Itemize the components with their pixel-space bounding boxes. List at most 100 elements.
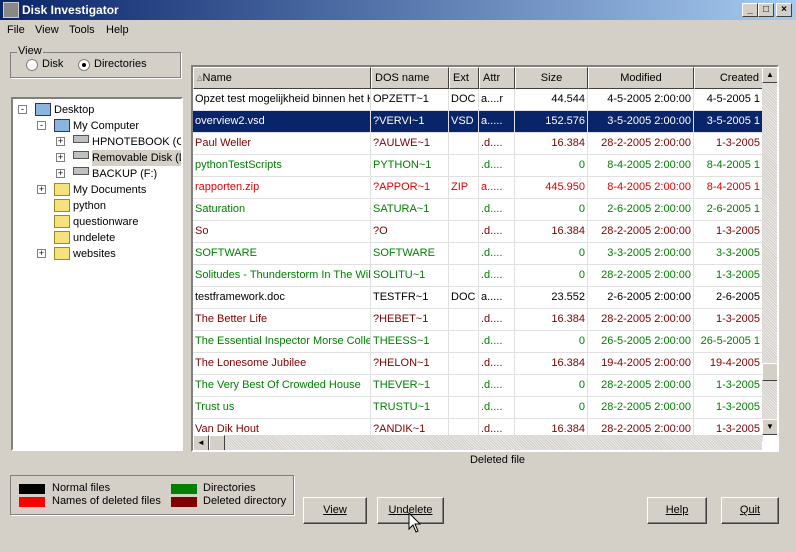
quit-button[interactable]: Quit	[721, 497, 779, 524]
close-button[interactable]: ×	[776, 3, 792, 17]
view-button[interactable]: View	[303, 497, 367, 524]
expand-icon[interactable]: +	[37, 249, 46, 258]
table-row[interactable]: testframework.doc TESTFR~1 DOC a..... 23.552…	[193, 287, 763, 309]
legend-swatch-normal	[19, 484, 45, 494]
column-header[interactable]: DOS name	[371, 67, 449, 89]
sort-arrow-icon: ▵	[197, 72, 203, 84]
expand-icon[interactable]: +	[56, 137, 65, 146]
cell-size: 16.384	[515, 133, 588, 155]
table-row[interactable]: So ?O .d.... 16.384 28-2-2005 2:00:00 1-3-200…	[193, 221, 763, 243]
table-row[interactable]: overview2.vsd ?VERVI~1 VSD a..... 152.576 3-5…	[193, 111, 763, 133]
radio-directories-label[interactable]: Directories	[94, 58, 147, 70]
table-row[interactable]: Paul Weller ?AULWE~1 .d.... 16.384 28-2-2005…	[193, 133, 763, 155]
scroll-thumb[interactable]	[762, 363, 777, 381]
column-header[interactable]: Size	[515, 67, 588, 89]
tree-item[interactable]: websites	[73, 246, 116, 262]
cell-ext	[449, 199, 479, 221]
cell-created: 1-3-2005	[694, 375, 763, 397]
collapse-icon[interactable]: -	[37, 121, 46, 130]
column-header[interactable]: Modified	[588, 67, 694, 89]
expand-icon[interactable]: +	[56, 169, 65, 178]
column-header[interactable]: Ext	[449, 67, 479, 89]
cell-attr: a.....	[479, 111, 515, 133]
cell-name: The Very Best Of Crowded House	[193, 375, 371, 397]
radio-disk-label[interactable]: Disk	[42, 58, 63, 70]
cell-modified: 19-4-2005 2:00:00	[588, 353, 694, 375]
menu-help[interactable]: Help	[106, 24, 129, 36]
radio-disk[interactable]	[26, 59, 38, 71]
table-row[interactable]: SOFTWARE SOFTWARE .d.... 0 3-3-2005 2:00:00 3…	[193, 243, 763, 265]
scroll-up-arrow-icon[interactable]: ▲	[762, 67, 777, 83]
cell-size: 0	[515, 375, 588, 397]
menu-view[interactable]: View	[35, 24, 59, 36]
menu-tools[interactable]: Tools	[69, 24, 95, 36]
cell-dos-name: ?HEBET~1	[371, 309, 449, 331]
tree-item[interactable]: python	[73, 198, 106, 214]
menu-file[interactable]: File	[7, 24, 25, 36]
expand-icon[interactable]: +	[37, 185, 46, 194]
tree-item[interactable]: Desktop	[54, 102, 94, 118]
cell-created: 2-6-2005	[694, 287, 763, 309]
file-list[interactable]: ▵Name DOS name Ext Attr Size Modified Created …	[191, 65, 779, 452]
cell-modified: 3-3-2005 2:00:00	[588, 243, 694, 265]
vertical-scrollbar[interactable]: ▲ ▼	[762, 67, 777, 435]
cell-modified: 4-5-2005 2:00:00	[588, 89, 694, 111]
tree-item[interactable]: My Computer	[73, 118, 139, 134]
cell-size: 152.576	[515, 111, 588, 133]
table-row[interactable]: pythonTestScripts PYTHON~1 .d.... 0 8-4-2005…	[193, 155, 763, 177]
horizontal-scrollbar[interactable]: ◄	[193, 435, 762, 450]
cell-attr: a.....	[479, 287, 515, 309]
cell-name: Trust us	[193, 397, 371, 419]
mouse-cursor-icon	[408, 512, 422, 533]
collapse-icon[interactable]: -	[18, 105, 27, 114]
table-row[interactable]: rapporten.zip ?APPOR~1 ZIP a..... 445.950 8-4…	[193, 177, 763, 199]
expand-icon[interactable]: +	[56, 153, 65, 162]
legend-deleted-directory: Deleted directory	[203, 495, 287, 507]
table-row[interactable]: The Very Best Of Crowded House THEVER~1 .d…	[193, 375, 763, 397]
cell-ext	[449, 331, 479, 353]
cell-size: 0	[515, 397, 588, 419]
cell-name: Opzet test mogelijkheid binnen het Kc	[193, 89, 371, 111]
column-header[interactable]: ▵Name	[193, 67, 371, 89]
cell-dos-name: SOFTWARE	[371, 243, 449, 265]
minimize-button[interactable]: _	[742, 3, 758, 17]
table-row[interactable]: Saturation SATURA~1 .d.... 0 2-6-2005 2:00:0…	[193, 199, 763, 221]
table-row[interactable]: The Lonesome Jubilee ?HELON~1 .d.... 16.384…	[193, 353, 763, 375]
scroll-down-arrow-icon[interactable]: ▼	[762, 419, 777, 435]
view-group-label: View	[17, 45, 43, 57]
cell-size: 0	[515, 331, 588, 353]
cell-ext	[449, 397, 479, 419]
table-row[interactable]: The Better Life ?HEBET~1 .d.... 16.384 28-2-…	[193, 309, 763, 331]
cell-ext	[449, 133, 479, 155]
maximize-button[interactable]: □	[758, 3, 774, 17]
cell-ext	[449, 375, 479, 397]
table-row[interactable]: Trust us TRUSTU~1 .d.... 0 28-2-2005 2:00:00…	[193, 397, 763, 419]
directory-tree[interactable]: - Desktop - My Computer + HPNOTEBOOK (C:) + Rem…	[11, 97, 183, 451]
scroll-thumb-horizontal[interactable]	[209, 435, 225, 450]
help-button[interactable]: Help	[647, 497, 707, 524]
cell-ext: ZIP	[449, 177, 479, 199]
tree-item[interactable]: HPNOTEBOOK (C:)	[92, 134, 181, 150]
table-row[interactable]: The Essential Inspector Morse Collec THEE…	[193, 331, 763, 353]
table-row[interactable]: Opzet test mogelijkheid binnen het Kc OPZ…	[193, 89, 763, 111]
cell-size: 0	[515, 155, 588, 177]
cell-name: Saturation	[193, 199, 371, 221]
cell-dos-name: SATURA~1	[371, 199, 449, 221]
table-row[interactable]: Solitudes - Thunderstorm In The Wild SOLI…	[193, 265, 763, 287]
radio-directories[interactable]	[78, 59, 90, 71]
cell-attr: .d....	[479, 309, 515, 331]
tree-item[interactable]: My Documents	[73, 182, 146, 198]
cell-attr: .d....	[479, 331, 515, 353]
cell-modified: 2-6-2005 2:00:00	[588, 199, 694, 221]
menu-bar: File View Tools Help	[0, 21, 796, 39]
tree-item[interactable]: questionware	[73, 214, 138, 230]
tree-item[interactable]: Removable Disk (D:)	[92, 150, 181, 166]
cell-modified: 28-2-2005 2:00:00	[588, 309, 694, 331]
column-header[interactable]: Attr	[479, 67, 515, 89]
cell-dos-name: OPZETT~1	[371, 89, 449, 111]
scroll-left-arrow-icon[interactable]: ◄	[193, 435, 209, 450]
cell-modified: 28-2-2005 2:00:00	[588, 375, 694, 397]
tree-item[interactable]: undelete	[73, 230, 115, 246]
column-header[interactable]: Created	[694, 67, 763, 89]
tree-item[interactable]: BACKUP (F:)	[92, 166, 157, 182]
